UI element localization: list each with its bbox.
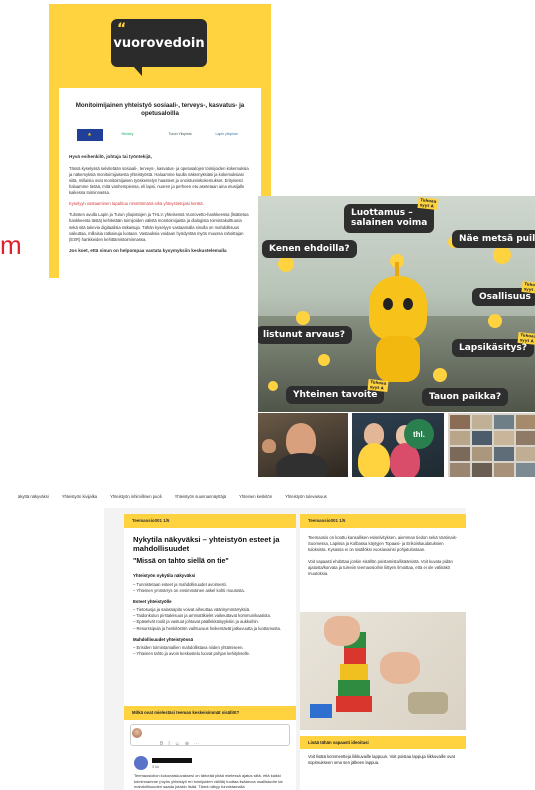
speech-bubble: Yhteinen tavoite Tuhoaa syyt A	[286, 378, 389, 405]
quote-mark: “	[117, 21, 127, 37]
speech-bubble: Osallisuus Tuhoaa syyt A	[472, 280, 535, 307]
section-text: – Erisiden toimintamallien mahdollistava…	[133, 645, 251, 657]
nav-item[interactable]: Yhteistyön kivijalka	[62, 494, 97, 499]
eu-flag-logo: ★	[76, 129, 103, 142]
reply-timestamp: 3 kk	[152, 765, 159, 769]
speech-bubble: listunut arvaus?	[258, 326, 352, 345]
privacy-link[interactable]: Kyselyyn vastaaminen tapahtuu nimettömän…	[69, 201, 251, 207]
robot-torso	[376, 336, 420, 382]
bubble-tag: Tuhoaa syyt A	[521, 280, 535, 295]
survey-document: “ vuorovedoin Monitoimijainen yhteistyö …	[49, 4, 271, 278]
robot-eye	[383, 298, 393, 310]
yellow-dot	[488, 314, 502, 328]
yellow-dot	[318, 354, 330, 366]
more-icon[interactable]: ⋯	[194, 741, 199, 747]
stray-letter: m	[0, 230, 22, 260]
section-text: – Tietosuoja ja salassapito voivat aiheu…	[133, 607, 282, 631]
child-hand	[324, 616, 360, 646]
robot-head	[369, 276, 427, 340]
theme-card: Teemaosio001 1/5 Teemaosio on koottu kan…	[300, 514, 466, 790]
web-page: Teemaosio001 1/5 Nykytila näkyväksi – yh…	[104, 508, 466, 790]
video-thumbnail[interactable]: thl.	[352, 413, 444, 477]
bubble-tag: Tuhoaa syyt A	[417, 196, 439, 211]
nav-item[interactable]: Yhteinen keskitön	[239, 494, 272, 499]
document-body: Hyvä esihenkilö, johtaja tai työntekijä,…	[69, 154, 251, 254]
speech-bubble: Lapsikäsitys? Tuhoaa syyt A	[452, 331, 535, 358]
nav-bar: äkyttä näkyväksi Yhteistyön kivijalka Yh…	[0, 490, 535, 502]
thl-logo: thl.	[404, 419, 434, 449]
avatar	[132, 728, 142, 738]
bubble-tag: Tuhoaa syyt A	[367, 378, 389, 393]
yellow-dot	[296, 311, 310, 325]
yellow-dot	[268, 381, 278, 391]
paragraph: Teemaosio on koottu kansallisen esiselvi…	[308, 535, 458, 553]
speech-bubble: Tauon paikka?	[422, 388, 509, 407]
avatar	[134, 756, 148, 770]
paragraph: Jos koet, että sinun on helpompaa vastat…	[69, 247, 227, 253]
bubble-tag: Tuhoaa syyt A	[517, 331, 535, 346]
paragraph: Voit vapaasti ehdottaa jonkin sisällön p…	[308, 559, 453, 577]
paragraph: Tulosten avulla Lapin ja Turun yliopisto…	[69, 212, 249, 242]
ideas-text: Voit lisätä kommentteja liikkuvaille lap…	[308, 754, 455, 766]
person-head	[286, 423, 316, 457]
question-header: Mitkä ovat mielestäsi teeman keskeisimmä…	[124, 706, 296, 720]
card-title: Nykytila näkyväksi – yhteistyön esteet j…	[133, 535, 280, 554]
section-text: – Tunnistetaan esteet ja mahdollisuudet …	[133, 581, 245, 593]
logo-band: “ vuorovedoin	[59, 4, 261, 88]
speech-bubble: Kenen ehdoilla?	[262, 240, 357, 259]
card-body: Nykytila näkyväksi – yhteistyön esteet j…	[124, 528, 296, 664]
partner-logo: Ministry	[121, 132, 134, 137]
person-head	[364, 423, 384, 445]
yellow-dot	[278, 256, 294, 272]
document-page: “ vuorovedoin Monitoimijainen yhteistyö …	[59, 4, 261, 278]
card-quote: "Missä on tahto siellä on tie"	[133, 558, 229, 566]
partner-logos: ★ Ministry Turun Yliopisto Lapin yliopis…	[67, 128, 253, 142]
nav-item[interactable]: Yhteistyön tulevaisuus	[285, 494, 327, 499]
vuorovedoin-logo: “ vuorovedoin	[111, 19, 207, 76]
editor-toolbar: B I ☺ ⊕ ⋯	[160, 741, 199, 747]
reply-text: Teemaosiollon kokonaiskuvaksesi on tärke…	[134, 773, 283, 790]
speech-bubble: Luottamus – salainen voima Tuhoaa syyt A	[344, 196, 439, 233]
redacted-name	[152, 758, 192, 763]
person-body	[276, 453, 328, 477]
person-body	[358, 443, 390, 477]
greeting: Hyvä esihenkilö, johtaja tai työntekijä,	[69, 154, 152, 160]
robot-eye	[403, 298, 413, 310]
video-call-grid[interactable]	[448, 413, 535, 477]
person-head	[262, 439, 276, 453]
card-header: Teemaosio001 1/5	[124, 514, 296, 528]
card-body: Teemaosio on koottu kansallisen esiselvi…	[300, 528, 466, 585]
section-heading: Esteet yhteistyölle	[133, 598, 172, 604]
toy-blocks-photo	[300, 612, 466, 730]
emoji-icon[interactable]: ☺	[175, 741, 180, 747]
section-heading: Yhteistyön nykytila näkyväksi	[133, 573, 196, 579]
section-heading: Mahdollisuudet yhteistyössä	[133, 636, 194, 642]
nav-item[interactable]: äkyttä näkyväksi	[18, 494, 49, 499]
bold-icon[interactable]: B	[160, 741, 163, 747]
document-title: Monitoimijainen yhteistyö sosiaali-, ter…	[75, 102, 245, 118]
theme-card: Teemaosio001 1/5 Nykytila näkyväksi – yh…	[124, 514, 296, 790]
robot-illustration: Luottamus – salainen voima Tuhoaa syyt A…	[258, 196, 535, 412]
nav-item[interactable]: Yhteistyön inhimillinen puoli	[110, 494, 161, 499]
paragraph: Tässä kyselyssä selvitetään sosiaali-, t…	[69, 165, 249, 196]
yellow-dot	[433, 368, 447, 382]
speech-bubble: Näe metsä puilta	[452, 230, 535, 249]
card-header: Teemaosio001 1/5	[300, 514, 466, 528]
video-thumbnail[interactable]	[258, 413, 348, 477]
ideas-header: Lisää tähän vapaasti ideoitasi	[300, 736, 466, 749]
comment-input[interactable]	[130, 724, 290, 746]
italic-icon[interactable]: I	[168, 741, 169, 747]
adult-hand	[380, 652, 420, 684]
logo-text: vuorovedoin	[113, 35, 205, 51]
nav-item[interactable]: Yhteistyön suunnannäyttäjä	[175, 494, 226, 499]
partner-logo: Lapin yliopisto	[215, 132, 238, 137]
yellow-dot	[493, 246, 511, 264]
partner-logo: Turun Yliopisto	[168, 132, 192, 137]
add-icon[interactable]: ⊕	[185, 741, 189, 747]
